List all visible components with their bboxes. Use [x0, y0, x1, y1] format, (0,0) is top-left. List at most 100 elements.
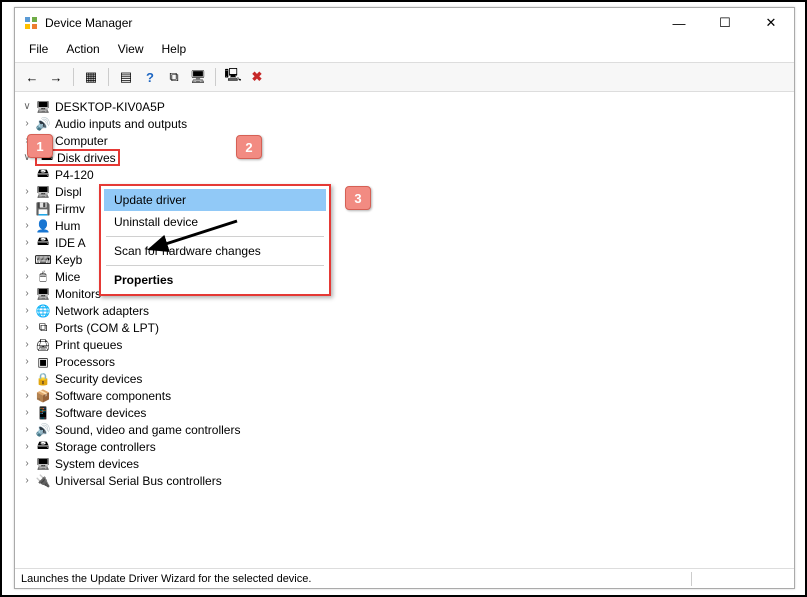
tree-label: Firmv — [53, 202, 85, 216]
tree-item-sound[interactable]: › 🔊 Sound, video and game controllers — [19, 421, 790, 438]
storage-icon: 🖴 — [35, 439, 51, 455]
toolbar-forward-icon[interactable]: → — [45, 66, 67, 88]
tree-item-system[interactable]: › 🖥 System devices — [19, 455, 790, 472]
monitor-icon: 🖥 — [35, 286, 51, 302]
chevron-right-icon[interactable]: › — [21, 271, 33, 282]
tree-item-ports[interactable]: › ⧉ Ports (COM & LPT) — [19, 319, 790, 336]
menu-action[interactable]: Action — [58, 40, 107, 58]
window-title: Device Manager — [45, 16, 656, 30]
tree-root[interactable]: ∨ 🖥 DESKTOP-KIV0A5P — [19, 98, 790, 115]
ctx-properties[interactable]: Properties — [104, 269, 326, 291]
context-menu-box: Update driver Uninstall device Scan for … — [99, 184, 331, 296]
chevron-right-icon[interactable]: › — [21, 373, 33, 384]
chip-icon: 💾 — [35, 201, 51, 217]
tree-item-computer[interactable]: › 🖥 Computer — [19, 132, 790, 149]
statusbar: Launches the Update Driver Wizard for th… — [15, 568, 794, 588]
drive-icon: 🖴 — [35, 235, 51, 251]
toolbar-back-icon[interactable]: ← — [21, 66, 43, 88]
ctx-update-driver[interactable]: Update driver — [104, 189, 326, 211]
chevron-right-icon[interactable]: › — [21, 237, 33, 248]
tree-label: Network adapters — [53, 304, 149, 318]
toolbar-devices-icon[interactable]: ▤ — [115, 66, 137, 88]
tree-item-sw-devices[interactable]: › 📱 Software devices — [19, 404, 790, 421]
toolbar-separator — [108, 68, 109, 86]
tree-label: Software components — [53, 389, 171, 403]
device-tree[interactable]: 1 2 3 ∨ 🖥 DESKTOP-KIV0A5P › — [15, 92, 794, 568]
toolbar-show-hidden-icon[interactable]: ▦ — [80, 66, 102, 88]
titlebar: Device Manager — ☐ ✕ — [15, 8, 794, 38]
callout-3: 3 — [345, 186, 371, 210]
menu-view[interactable]: View — [110, 40, 152, 58]
toolbar-separator — [215, 68, 216, 86]
chevron-right-icon[interactable]: › — [21, 339, 33, 350]
tree-item-disk-drives[interactable]: ∨ 🖴 Disk drives — [19, 149, 790, 166]
app-icon — [23, 15, 39, 31]
tree-label: Displ — [53, 185, 82, 199]
toolbar-monitor-icon[interactable]: 🖥 — [187, 66, 209, 88]
maximize-button[interactable]: ☐ — [702, 8, 748, 38]
tree-label: Print queues — [53, 338, 122, 352]
context-menu: Update driver Uninstall device Scan for … — [99, 184, 331, 296]
chevron-right-icon[interactable]: › — [21, 288, 33, 299]
keyboard-icon: ⌨ — [35, 252, 51, 268]
menu-file[interactable]: File — [21, 40, 56, 58]
tree-label: Universal Serial Bus controllers — [53, 474, 222, 488]
monitor-icon: 🖥 — [35, 184, 51, 200]
chevron-right-icon[interactable]: › — [21, 305, 33, 316]
tree-item-print[interactable]: › 🖨 Print queues — [19, 336, 790, 353]
tree-item-sw-components[interactable]: › 📦 Software components — [19, 387, 790, 404]
tree-label: Processors — [53, 355, 115, 369]
chevron-right-icon[interactable]: › — [21, 458, 33, 469]
chevron-right-icon[interactable]: › — [21, 390, 33, 401]
toolbar: ← → ▦ ▤ ? ⧉ 🖥 🖳 ✖ — [15, 62, 794, 92]
mouse-icon: 🖱 — [35, 269, 51, 285]
port-icon: ⧉ — [35, 320, 51, 336]
speaker-icon: 🔊 — [35, 116, 51, 132]
tree-item-processors[interactable]: › ▣ Processors — [19, 353, 790, 370]
callout-2: 2 — [236, 135, 262, 159]
tree-label: Hum — [53, 219, 80, 233]
chevron-right-icon[interactable]: › — [21, 322, 33, 333]
ctx-uninstall-device[interactable]: Uninstall device — [104, 211, 326, 233]
tree-label: Security devices — [53, 372, 142, 386]
chevron-right-icon[interactable]: › — [21, 220, 33, 231]
disk-icon: 🖴 — [35, 167, 51, 183]
chevron-right-icon[interactable]: › — [21, 424, 33, 435]
chevron-right-icon[interactable]: › — [21, 356, 33, 367]
chevron-right-icon[interactable]: › — [21, 203, 33, 214]
menu-help[interactable]: Help — [154, 40, 195, 58]
toolbar-help-icon[interactable]: ? — [139, 66, 161, 88]
chevron-right-icon[interactable]: › — [21, 475, 33, 486]
toolbar-calendar-icon[interactable]: ⧉ — [163, 66, 185, 88]
tree-item-p4-120[interactable]: 🖴 P4-120 — [19, 166, 790, 183]
toolbar-separator — [73, 68, 74, 86]
lock-icon: 🔒 — [35, 371, 51, 387]
network-icon: 🌐 — [35, 303, 51, 319]
tree-label: Computer — [53, 134, 108, 148]
callout-1: 1 — [27, 134, 53, 158]
chevron-right-icon[interactable]: › — [21, 441, 33, 452]
ctx-scan-hardware[interactable]: Scan for hardware changes — [104, 240, 326, 262]
screenshot-frame: Device Manager — ☐ ✕ File Action View He… — [0, 0, 807, 597]
chevron-right-icon[interactable]: › — [21, 254, 33, 265]
window-buttons: — ☐ ✕ — [656, 8, 794, 38]
tree-item-audio[interactable]: › 🔊 Audio inputs and outputs — [19, 115, 790, 132]
tree-item-usb[interactable]: › 🔌 Universal Serial Bus controllers — [19, 472, 790, 489]
minimize-button[interactable]: — — [656, 8, 702, 38]
tree-label: Audio inputs and outputs — [53, 117, 187, 131]
tree-root-label: DESKTOP-KIV0A5P — [53, 100, 165, 114]
device-icon: 📱 — [35, 405, 51, 421]
context-menu-separator — [106, 236, 324, 237]
tree-item-storage[interactable]: › 🖴 Storage controllers — [19, 438, 790, 455]
chevron-right-icon[interactable]: › — [21, 407, 33, 418]
chevron-right-icon[interactable]: › — [21, 118, 33, 129]
status-text: Launches the Update Driver Wizard for th… — [21, 573, 685, 585]
close-button[interactable]: ✕ — [748, 8, 794, 38]
tree-item-network[interactable]: › 🌐 Network adapters — [19, 302, 790, 319]
toolbar-delete-icon[interactable]: ✖ — [246, 66, 268, 88]
chevron-right-icon[interactable]: › — [21, 186, 33, 197]
toolbar-scan-icon[interactable]: 🖳 — [222, 66, 244, 88]
tree-item-security[interactable]: › 🔒 Security devices — [19, 370, 790, 387]
tree-label: Disk drives — [55, 151, 116, 165]
chevron-down-icon[interactable]: ∨ — [21, 101, 33, 112]
